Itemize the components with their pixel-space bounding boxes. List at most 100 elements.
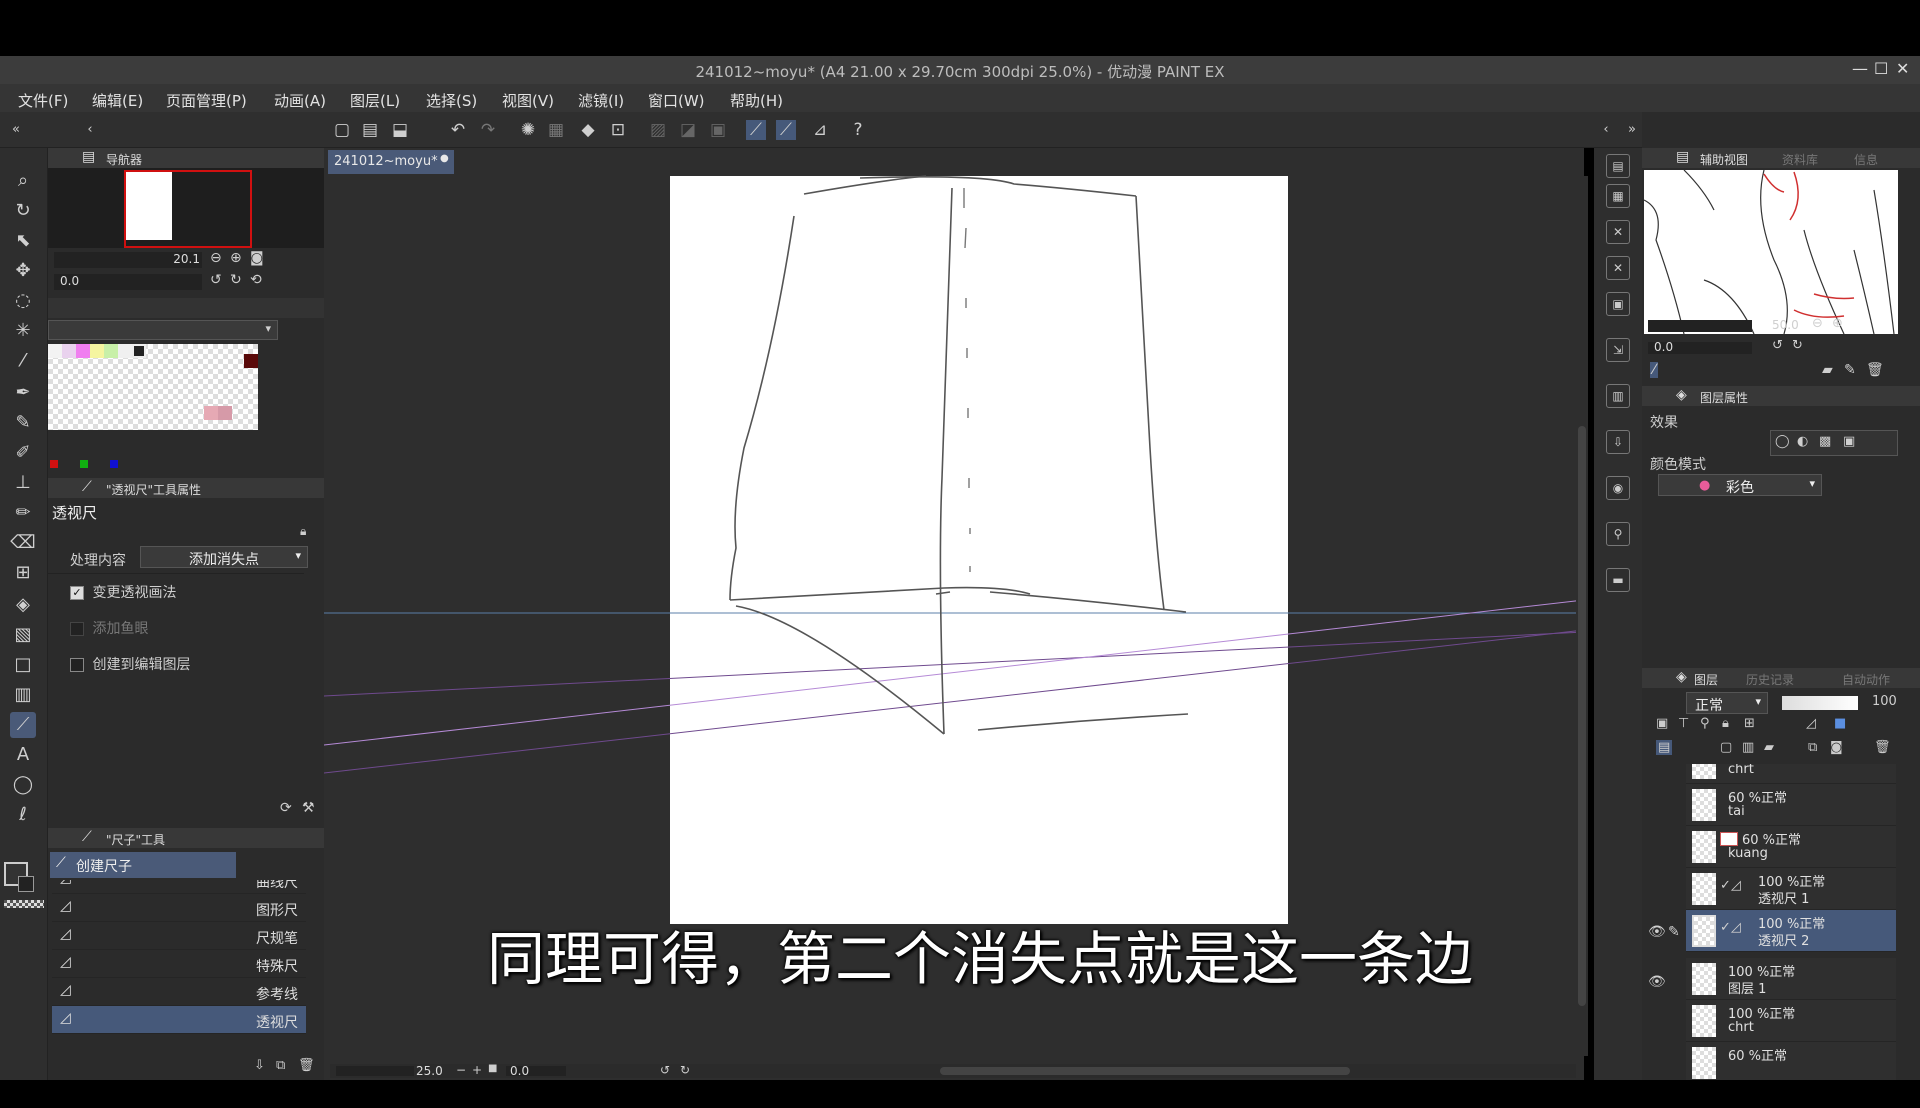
undo-icon[interactable]: ↶ bbox=[448, 120, 468, 140]
reset-icon[interactable]: ⟳ bbox=[280, 800, 292, 816]
layer-item[interactable]: 100 %正常 chrt bbox=[1686, 1000, 1896, 1042]
eye-visible-icon[interactable]: 👁︎ bbox=[1648, 974, 1666, 990]
selection-icon[interactable]: ▨ bbox=[648, 120, 668, 140]
eraser-icon[interactable]: ⌫ bbox=[10, 530, 36, 556]
rotate-right-icon[interactable]: ↻ bbox=[1792, 338, 1803, 353]
move-tool-icon[interactable]: ✥ bbox=[10, 258, 36, 284]
pen-tool-icon[interactable]: ✒ bbox=[10, 380, 36, 406]
layer-color-icon[interactable]: ■ bbox=[1834, 716, 1846, 731]
help-icon[interactable]: ? bbox=[848, 120, 868, 140]
menu-select[interactable]: 选择(S) bbox=[426, 90, 477, 111]
panel-save-icon[interactable]: ▣ bbox=[1606, 292, 1630, 316]
layer-item[interactable]: 60 %正常 bbox=[1686, 1042, 1896, 1080]
menu-page[interactable]: 页面管理(P) bbox=[166, 90, 247, 111]
horizontal-scrollbar[interactable]: 25.0 − + ■ 0.0 ↺ ↻ bbox=[330, 1063, 1576, 1078]
navigator-zoom-slider[interactable]: 20.1 bbox=[54, 252, 202, 268]
text-tool-icon[interactable]: A bbox=[10, 742, 36, 768]
download-icon[interactable]: ⇩ bbox=[254, 1058, 265, 1073]
tab-info[interactable]: 信息 bbox=[1854, 151, 1878, 168]
new-raster-layer-icon[interactable]: ▢ bbox=[1720, 740, 1732, 755]
zoom-in-icon[interactable]: ⊕ bbox=[1832, 316, 1843, 331]
rotate-right-icon[interactable]: ↻ bbox=[230, 272, 242, 288]
trash-icon[interactable]: 🗑︎ bbox=[1866, 362, 1884, 378]
extract-line-icon[interactable]: ◐ bbox=[1797, 434, 1808, 449]
panel-list-icon[interactable]: ▬ bbox=[1606, 568, 1630, 592]
frame-icon[interactable]: ▥ bbox=[10, 682, 36, 708]
operation-tool-icon[interactable]: ⬉ bbox=[10, 228, 36, 254]
menu-animation[interactable]: 动画(A) bbox=[274, 90, 326, 111]
tone-icon[interactable]: ▩ bbox=[1819, 434, 1831, 449]
color-swatch-grid[interactable] bbox=[48, 344, 258, 430]
trash-icon[interactable]: 🗑︎ bbox=[298, 1058, 315, 1073]
option-change-perspective[interactable]: ✓ 变更透视画法 bbox=[70, 582, 176, 602]
tab-history[interactable]: 历史记录 bbox=[1746, 671, 1794, 688]
balloon-icon[interactable]: ◯ bbox=[10, 772, 36, 798]
snap-special-ruler-icon[interactable]: ⟋ bbox=[776, 120, 796, 140]
fill-icon[interactable]: ◆ bbox=[578, 120, 598, 140]
rotate-left-icon[interactable]: ↺ bbox=[1772, 338, 1783, 353]
transfer-layer-icon[interactable]: ⧉ bbox=[1808, 740, 1817, 755]
checkbox-checked-icon[interactable]: ✓ bbox=[70, 586, 84, 600]
bottom-zoom-slider[interactable] bbox=[336, 1066, 414, 1076]
color-mode-dropdown[interactable]: ● 彩色 ▾ bbox=[1658, 474, 1822, 496]
chevron-left-icon[interactable]: ‹ bbox=[80, 120, 100, 140]
clear-icon[interactable]: ▦ bbox=[546, 120, 566, 140]
new-folder-icon[interactable]: ▰ bbox=[1764, 740, 1774, 755]
zoom-tool-icon[interactable]: ⌕ bbox=[10, 168, 36, 194]
lasso-tool-icon[interactable]: ◌ bbox=[10, 288, 36, 314]
selection-invert-icon[interactable]: ◪ bbox=[678, 120, 698, 140]
layer-item-selected[interactable]: ✓◿ 100 %正常 透视尺 2 bbox=[1686, 910, 1896, 952]
panel-image-icon[interactable]: ▥ bbox=[1606, 384, 1630, 408]
zoom-fit-icon[interactable]: ◙ bbox=[250, 250, 264, 266]
option-fisheye[interactable]: 添加鱼眼 bbox=[70, 618, 148, 638]
zoom-out-icon[interactable]: ⊖ bbox=[210, 250, 222, 266]
brush-tool-icon[interactable]: ✐ bbox=[10, 440, 36, 466]
panel-download-icon[interactable]: ⇩ bbox=[1606, 430, 1630, 454]
panel-figure-icon[interactable]: ⚲ bbox=[1606, 522, 1630, 546]
layer-item[interactable]: ✓◿ 100 %正常 透视尺 1 bbox=[1686, 868, 1896, 910]
zoom-in-icon[interactable]: + bbox=[472, 1063, 482, 1077]
gradient-icon[interactable]: ▧ bbox=[10, 622, 36, 648]
swatch[interactable] bbox=[48, 344, 62, 358]
redo-icon[interactable]: ↷ bbox=[478, 120, 498, 140]
delete-layer-icon[interactable]: 🗑︎ bbox=[1874, 740, 1891, 755]
swatch[interactable] bbox=[90, 344, 104, 358]
layer-item[interactable]: 100 %正常 图层 1 bbox=[1686, 958, 1896, 1000]
pencil-tool-icon[interactable]: ✎ bbox=[10, 410, 36, 436]
decoration-icon[interactable]: ✏ bbox=[10, 500, 36, 526]
panel-camera-icon[interactable]: ◉ bbox=[1606, 476, 1630, 500]
swatch[interactable] bbox=[76, 344, 90, 358]
blend-mode-dropdown[interactable]: 正常 ▾ bbox=[1686, 692, 1768, 714]
ruler-tool-icon[interactable]: ⟋ bbox=[10, 712, 36, 738]
new-vector-layer-icon[interactable]: ▥ bbox=[1742, 740, 1754, 755]
rotate-reset-icon[interactable]: ⟲ bbox=[250, 272, 262, 288]
swatch[interactable] bbox=[204, 406, 218, 420]
swatch[interactable] bbox=[244, 354, 258, 368]
menu-edit[interactable]: 编辑(E) bbox=[92, 90, 143, 111]
tab-auto-action[interactable]: 自动动作 bbox=[1842, 671, 1890, 688]
ruler-item-active[interactable]: ◿ 透视尺 bbox=[52, 1006, 306, 1034]
menu-layer[interactable]: 图层(L) bbox=[350, 90, 400, 111]
layer-panel-menu-icon[interactable]: ▤ bbox=[1656, 740, 1673, 755]
navigator-rotation-slider[interactable]: 0.0 bbox=[54, 274, 202, 290]
edit-icon[interactable]: ✎ bbox=[1844, 362, 1856, 378]
duplicate-icon[interactable]: ⧉ bbox=[276, 1058, 285, 1073]
rotate-right-icon[interactable]: ↻ bbox=[680, 1063, 690, 1077]
navigator-view-frame[interactable] bbox=[124, 170, 252, 248]
correct-line-icon[interactable]: ℓ bbox=[10, 802, 36, 828]
create-ruler-item[interactable]: ⟋ 创建尺子 bbox=[50, 852, 236, 878]
zoom-in-icon[interactable]: ⊕ bbox=[230, 250, 242, 266]
open-folder-icon[interactable]: ▰ bbox=[1822, 362, 1833, 378]
rotate-tool-icon[interactable]: ↻ bbox=[10, 198, 36, 224]
navigator-preview[interactable] bbox=[48, 168, 324, 248]
edit-target-icon[interactable]: ✎ bbox=[1668, 924, 1680, 940]
layer-color-icon[interactable]: ▣ bbox=[1843, 434, 1855, 449]
border-effect-icon[interactable]: ◯ bbox=[1775, 434, 1790, 449]
bottom-rotation-box[interactable]: 0.0 bbox=[506, 1064, 566, 1078]
panel-grid-icon[interactable]: ▦ bbox=[1606, 184, 1630, 208]
expand-right-icon[interactable]: » bbox=[1622, 120, 1642, 140]
zoom-out-icon[interactable]: − bbox=[456, 1063, 466, 1077]
layer-clip-icon[interactable]: ▣ bbox=[1656, 716, 1668, 731]
snap-grid-icon[interactable]: ⊿ bbox=[810, 120, 830, 140]
effect-buttons[interactable]: ◯ ◐ ▩ ▣ bbox=[1770, 430, 1898, 456]
